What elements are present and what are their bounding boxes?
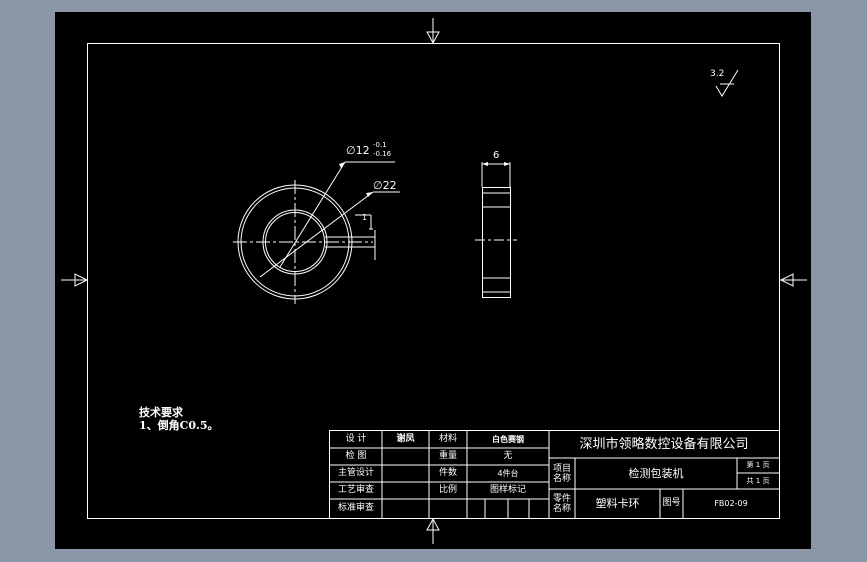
- ring-side-view: [475, 162, 517, 298]
- tech-req-item: 1、倒角C0.5。: [139, 419, 219, 432]
- sheet-number: 第 1 页: [746, 461, 770, 469]
- tolerance-upper: -0.1: [373, 141, 387, 149]
- centering-mark-bottom: [426, 517, 440, 544]
- dim-diameter-12: ∅12: [346, 145, 370, 156]
- sheet-total: 共 1 页: [746, 476, 770, 485]
- tolerance-lower: -0.16: [373, 150, 392, 158]
- quantity-label: 件数: [438, 468, 457, 478]
- project-name: 检测包装机: [628, 467, 684, 480]
- scale-label: 比例: [438, 485, 457, 495]
- dim-slot: 1: [362, 213, 368, 222]
- drawing-number: FB02-09: [714, 498, 748, 508]
- part-name: 塑料卡环: [595, 497, 640, 510]
- drawing-mark-label: 图样标记: [489, 485, 526, 495]
- dim-arrow: [482, 162, 488, 166]
- diameter-value: 22: [382, 179, 397, 192]
- diameter-22-leader: [259, 191, 400, 278]
- centering-mark-top: [426, 18, 440, 45]
- dim-thickness: 6: [493, 150, 500, 161]
- designer-name: 谢凤: [396, 434, 415, 444]
- drawing-number-label: 图号: [662, 498, 681, 508]
- ring-front-view: [233, 180, 375, 304]
- tech-req-title: 技术要求: [139, 406, 183, 419]
- centering-mark-left: [61, 273, 89, 287]
- process-review-label: 工艺审查: [337, 485, 374, 495]
- diameter-value: 12: [355, 144, 370, 157]
- dim-arrow: [504, 162, 510, 166]
- weight-label: 重量: [438, 451, 457, 461]
- quantity-value: 4件台: [497, 468, 519, 478]
- company-name: 深圳市领略数控设备有限公司: [579, 437, 749, 452]
- dim-diameter-22: ∅22: [373, 180, 397, 191]
- roughness-value: 3.2: [710, 69, 725, 79]
- centering-mark-right: [779, 273, 807, 287]
- technical-requirements: 技术要求 1、倒角C0.5。: [139, 406, 219, 432]
- material-value: 白色赛钢: [492, 434, 524, 444]
- check-label: 检 图: [345, 451, 367, 461]
- part-label: 零件名称: [552, 493, 571, 514]
- design-label: 设 计: [345, 434, 367, 444]
- diameter-symbol: ∅: [346, 144, 356, 157]
- weight-value: 无: [503, 451, 513, 461]
- diameter-12-leader: [279, 161, 395, 268]
- diameter-symbol: ∅: [373, 179, 383, 192]
- project-label: 项目名称: [552, 463, 571, 484]
- drawing-sheet: 3.2 ∅12 -0.1 -0.16 ∅22 6 1 技术要求 1、倒角C0.5…: [55, 12, 811, 549]
- main-design-label: 主管设计: [337, 468, 374, 478]
- material-label: 材料: [438, 434, 457, 444]
- standard-review-label: 标准审查: [337, 503, 374, 513]
